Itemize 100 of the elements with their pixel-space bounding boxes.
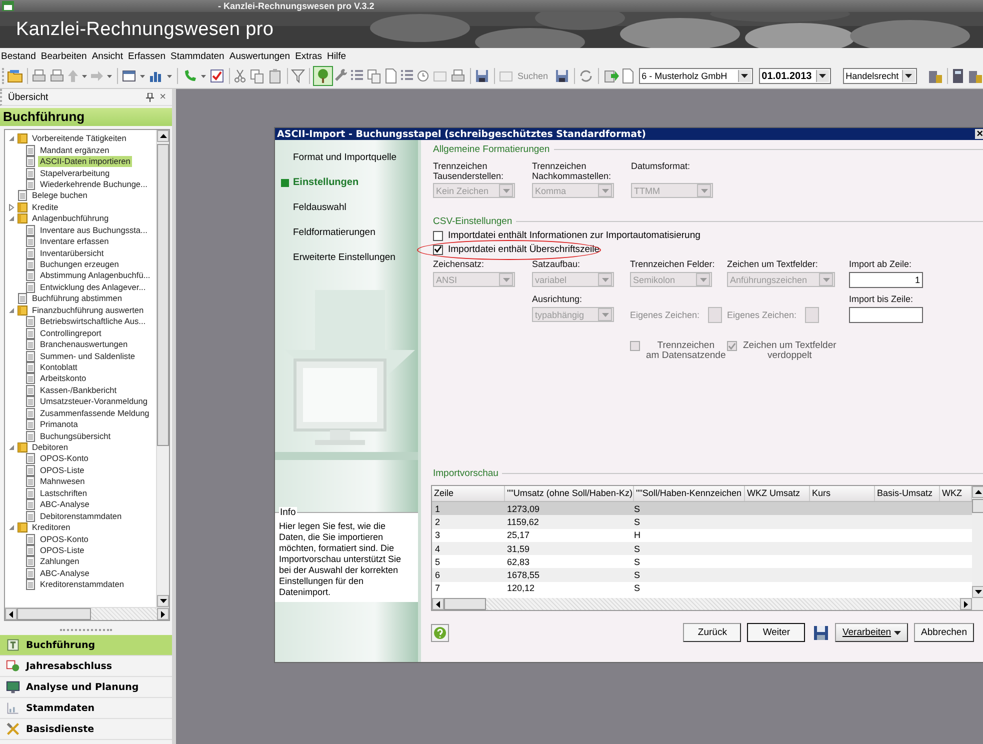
dialog-button[interactable]: Weiter — [747, 623, 806, 642]
tree-item[interactable]: Lastschriften — [38, 488, 90, 499]
tree-item[interactable]: Arbeitskonto — [38, 373, 88, 384]
tree-item[interactable]: Umsatzsteuer-Voranmeldung — [38, 396, 150, 408]
nav-button[interactable]: Buchführung — [0, 635, 172, 656]
law-dropdown[interactable]: Handelsrecht — [842, 68, 917, 84]
menu-item[interactable]: Hilfe — [327, 50, 346, 62]
tree-item[interactable]: Branchenauswertungen — [38, 339, 130, 350]
column-header[interactable]: Basis-Umsatz — [875, 486, 940, 501]
field-label: Ausrichtung: — [532, 294, 584, 304]
tree-item[interactable]: Inventarübersicht — [38, 248, 106, 259]
dialog-button[interactable]: Abbrechen — [914, 623, 974, 642]
wizard-step[interactable]: Erweiterte Einstellungen — [281, 245, 418, 270]
close-button[interactable]: × — [974, 129, 983, 139]
table-cell-text: 1 — [434, 504, 442, 514]
group-title: CSV-Einstellungen — [433, 216, 512, 227]
tree-item[interactable]: Kredite — [30, 202, 60, 213]
table-row[interactable]: 7 120,12 S — [432, 582, 972, 596]
menu-item[interactable]: Erfassen — [128, 50, 166, 62]
info-text: Hier legen Sie fest, wie die Daten, die Sie importieren möchten, formatiert sind. Die Importvorschau unterstützt Sie bei der Auswahl der korrekten Einstellungen für den Datenimport. — [279, 521, 402, 598]
dialog-button[interactable]: Verarbeiten — [835, 623, 908, 642]
table-row[interactable]: 5 62,83 S — [432, 555, 972, 568]
tree-item[interactable]: Inventare erfassen — [38, 236, 111, 248]
tree-item[interactable]: Abstimmung Anlagenbuchfü... — [38, 270, 152, 282]
field-label: Trennzeichen Felder: — [630, 259, 716, 269]
table-cell-text: 7 — [434, 583, 442, 594]
tree-item[interactable]: Controllingreport — [38, 328, 104, 339]
table-row[interactable]: 3 25,17 H — [432, 528, 972, 542]
column-header[interactable]: Kurs — [810, 486, 875, 501]
date-dropdown[interactable]: 01.01.2013 — [758, 68, 831, 84]
table-cell-text: S — [633, 570, 642, 580]
tree-item[interactable]: Buchungen erzeugen — [38, 259, 121, 270]
table-cell-text: 1678,55 — [506, 570, 541, 580]
tree-item[interactable]: Entwicklung des Anlagever... — [38, 282, 148, 293]
tree-item[interactable]: Kontoblatt — [38, 362, 80, 373]
tree-item[interactable]: Summen- und Saldenliste — [38, 350, 138, 362]
info-title: Info — [279, 507, 297, 518]
tree-item[interactable]: Debitoren — [30, 442, 70, 454]
nav-button[interactable]: Basisdienste — [0, 719, 172, 740]
tree-item[interactable]: Vorbereitende Tätigkeiten — [30, 133, 128, 144]
tree-item[interactable]: ABC-Analyse — [38, 568, 92, 579]
table-cell-text: 4 — [434, 544, 442, 554]
tree-item[interactable]: OPOS-Liste — [38, 464, 86, 476]
menu-item[interactable]: Bestand — [1, 50, 36, 62]
table-cell-text: S — [633, 504, 642, 514]
tree-item[interactable]: ASCII-Daten importieren — [38, 156, 132, 168]
table-cell-text: 3 — [434, 530, 442, 540]
close-button[interactable]: × — [160, 91, 166, 103]
dialog-button[interactable]: Zurück — [683, 623, 742, 642]
nav-button[interactable]: Analyse und Planung — [0, 677, 172, 698]
field-label: Zeichensatz: — [433, 259, 486, 269]
tree-item[interactable]: Kreditoren — [30, 522, 72, 534]
tree-item[interactable]: Stapelverarbeitung — [38, 168, 112, 179]
tree-item[interactable]: Mandant ergänzen — [38, 144, 112, 156]
tree-item[interactable]: Buchungsübersicht — [38, 430, 113, 442]
tree-item[interactable]: Finanzbuchführung auswerten — [30, 304, 146, 316]
tree-item[interactable]: OPOS-Konto — [38, 453, 90, 464]
menu-item[interactable]: Ansicht — [92, 50, 123, 62]
tree-item[interactable]: Betriebswirtschaftliche Aus... — [38, 316, 148, 328]
menu-item[interactable]: Auswertungen — [229, 50, 290, 62]
tree-item[interactable]: Primanota — [38, 419, 80, 430]
tree-item[interactable]: Zusammenfassende Meldung — [38, 408, 152, 419]
table-cell-text: 62,83 — [506, 556, 531, 567]
tree-item[interactable]: OPOS-Liste — [38, 544, 86, 556]
field-label: Trennzeichen Nachkommastellen: — [532, 161, 612, 181]
table-row[interactable]: 1 1273,09 S — [432, 502, 972, 516]
tree-item[interactable]: Mahnwesen — [38, 476, 87, 488]
wizard-step[interactable]: Einstellungen — [281, 170, 418, 195]
wizard-step[interactable]: Feldauswahl — [281, 195, 418, 220]
tree-item[interactable]: Zahlungen — [38, 556, 82, 568]
column-header[interactable]: Zeile — [432, 486, 505, 501]
tree-item[interactable]: Kreditorenstammdaten — [38, 579, 126, 590]
checkbox-label: Importdatei enthält Informationen zur Importautomatisierung — [448, 230, 700, 241]
column-header[interactable]: ""Umsatz (ohne Soll/Haben-Kz) — [505, 486, 634, 501]
tree-item[interactable]: OPOS-Konto — [38, 534, 90, 545]
tree-item[interactable]: Wiederkehrende Buchunge... — [38, 178, 150, 190]
menu-item[interactable]: Stammdaten — [170, 50, 224, 62]
dialog-title: ASCII-Import - Buchungsstapel (schreibgeschütztes Standardformat) — [277, 128, 647, 140]
input-field[interactable]: 1 — [849, 272, 923, 288]
table-row[interactable]: 2 1159,62 S — [432, 515, 972, 529]
menu-item[interactable]: Bearbeiten — [40, 50, 87, 62]
table-row[interactable]: 4 31,59 S — [432, 542, 972, 556]
tree-item[interactable]: Belege buchen — [30, 190, 90, 202]
tree-item[interactable]: Debitorenstammdaten — [38, 510, 124, 522]
column-header[interactable]: ""Soll/Haben-Kennzeichen — [634, 486, 745, 501]
column-header[interactable]: WKZ Umsatz — [745, 486, 810, 501]
table-row[interactable]: 6 1678,55 S — [432, 568, 972, 582]
table-cell-text: H — [633, 530, 642, 540]
company-dropdown[interactable]: 6 - Musterholz GmbH — [638, 68, 753, 84]
wizard-step[interactable]: Feldformatierungen — [281, 220, 418, 245]
wizard-step[interactable]: Format und Importquelle — [281, 145, 418, 170]
menu-item[interactable]: Extras — [295, 50, 322, 62]
tree-item[interactable]: Anlagenbuchführung — [30, 213, 111, 224]
nav-button[interactable]: Jahresabschluss — [0, 656, 172, 677]
tree-item[interactable]: Kassen-/Bankbericht — [38, 384, 119, 396]
tree-item[interactable]: Buchführung abstimmen — [30, 293, 124, 304]
nav-button[interactable]: Stammdaten — [0, 698, 172, 719]
tree-item[interactable]: ABC-Analyse — [38, 499, 92, 510]
tree-item[interactable]: Inventare aus Buchungssta... — [38, 224, 150, 236]
group-title: Allgemeine Formatierungen — [433, 144, 550, 155]
